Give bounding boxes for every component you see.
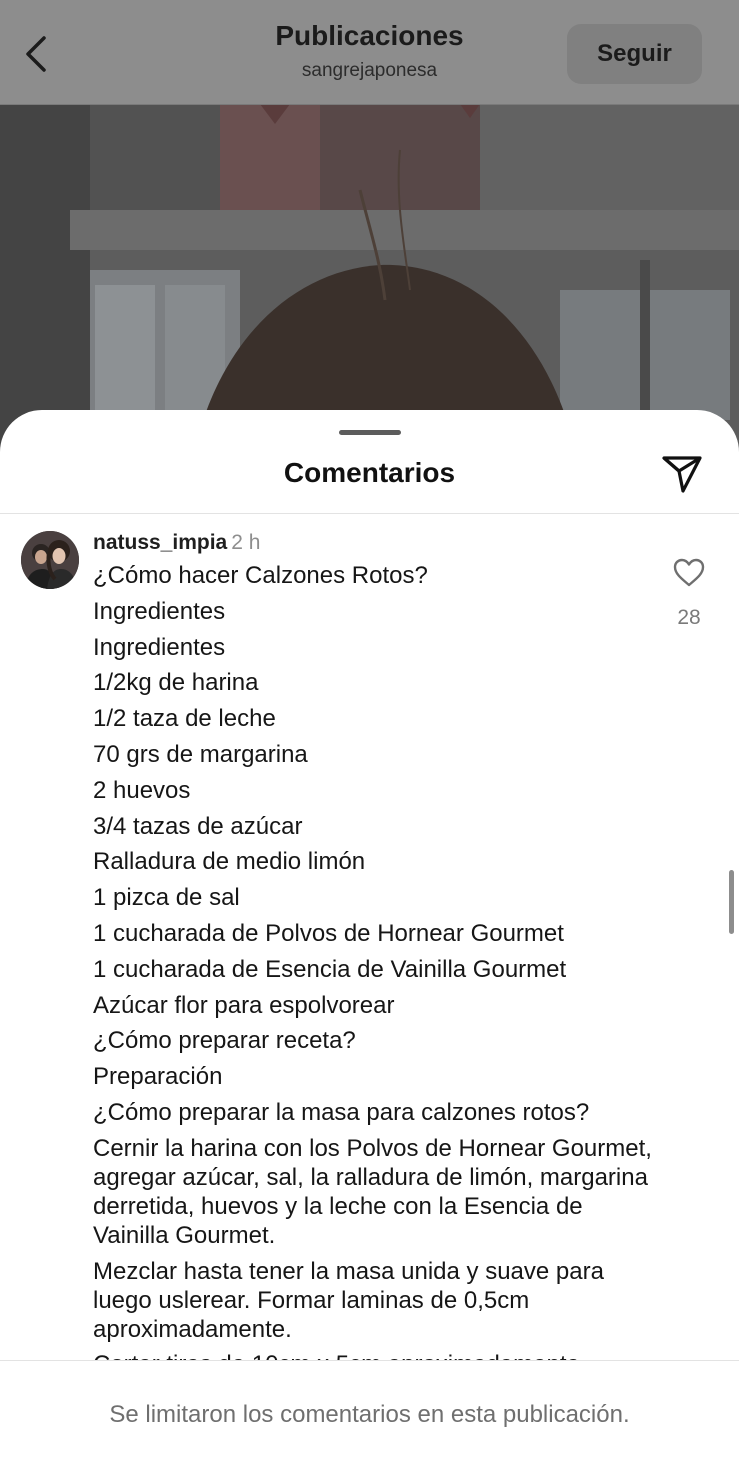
comment-line: ¿Cómo hacer Calzones Rotos? [93,562,428,589]
comment-line: 1 cucharada de Polvos de Hornear Gourmet [93,919,564,947]
share-button[interactable] [658,452,706,496]
follow-button[interactable]: Seguir [567,24,702,84]
avatar-photo [21,531,79,589]
comments-sheet: Comentarios natuss_impia 2 h ¿Cómo hacer … [0,410,739,1474]
comment-line: ¿Cómo preparar receta? [93,1027,356,1055]
comment-line: Azúcar flor para espolvorear [93,991,395,1019]
paper-plane-icon [662,456,702,493]
heart-outline-icon [673,558,705,587]
comment-line: 1/2 taza de leche [93,705,276,733]
comment-line: Ingredientes [93,597,226,625]
comment-line: Mezclar hasta tener la masa unida y suav… [93,1257,604,1343]
like-button[interactable] [672,557,706,589]
comment-text: ¿Cómo hacer Calzones Rotos? Ingredientes I… [93,561,653,1360]
comment-line: 70 grs de margarina [93,740,308,768]
comment-line: Cernir la harina con los Polvos de Horne… [93,1134,652,1249]
like-count[interactable]: 28 [666,606,712,630]
comment-line: Cortar tiras de 10cm x 5cm aproximadamen… [93,1350,653,1360]
comments-limited-notice: Se limitaron los comentarios en esta pub… [109,1401,630,1428]
comment-line: 2 huevos [93,776,191,804]
comment-line: 1 cucharada de Esencia de Vainilla Gourm… [93,955,567,983]
scrollbar[interactable] [729,870,734,934]
comment-line: Preparación [93,1063,223,1091]
comment-username[interactable]: natuss_impia [93,531,227,554]
comment-line: Ingredientes [93,633,226,661]
sheet-title: Comentarios [283,457,456,488]
comment-line: ¿Cómo preparar la masa para calzones rot… [93,1098,590,1126]
comment-line: Ralladura de medio limón [93,848,366,876]
comment-meta: natuss_impia 2 h [93,531,260,555]
sheet-grabber[interactable] [339,430,401,435]
comment-line: 1/2kg de harina [93,669,259,697]
post-header: Publicaciones sangrejaponesa Seguir [0,0,739,105]
comment-time: 2 h [231,531,261,554]
avatar[interactable] [21,531,79,589]
comment-line: 3/4 tazas de azúcar [93,812,303,840]
comments-footer: Se limitaron los comentarios en esta pub… [0,1360,739,1474]
comments-list[interactable]: natuss_impia 2 h ¿Cómo hacer Calzones Rot… [0,514,739,1360]
comment-line: 1 pizca de sal [93,884,240,912]
